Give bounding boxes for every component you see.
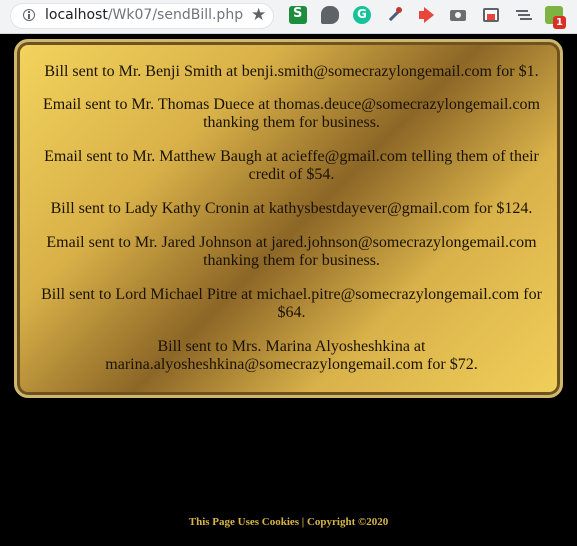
message-line: Bill sent to Lord Michael Pitre at micha… (41, 286, 542, 321)
notification-badge: 1 (553, 16, 566, 29)
list-extension-icon[interactable] (513, 6, 531, 24)
footer-text: This Page Uses Cookies | Copyright ©2020 (188, 516, 389, 528)
megaphone-extension-icon[interactable] (417, 6, 435, 24)
message-line: Bill sent to Mrs. Marina Alyosheshkina a… (105, 338, 478, 373)
message-line: Email sent to Mr. Jared Johnson at jared… (46, 234, 537, 269)
bookmark-star-icon[interactable]: ★ (251, 5, 266, 25)
sheets-extension-icon[interactable] (289, 6, 307, 24)
windows-extension-icon[interactable] (481, 6, 499, 24)
message-line: Email sent to Mr. Thomas Duece at thomas… (43, 96, 540, 131)
url-path: /Wk07/sendBill.php (107, 7, 244, 23)
message-panel: Bill sent to Mr. Benji Smith at benji.sm… (14, 39, 563, 398)
camera-extension-icon[interactable] (449, 6, 467, 24)
message-line: Bill sent to Lady Kathy Cronin at kathys… (50, 200, 533, 217)
message-line: Bill sent to Mr. Benji Smith at benji.sm… (44, 63, 539, 80)
grammarly-extension-icon[interactable] (353, 6, 371, 24)
speech-bubble-extension-icon[interactable] (321, 6, 339, 24)
url-host: localhost (45, 7, 108, 23)
browser-toolbar: localhost/Wk07/sendBill.php ★ 1 (0, 0, 577, 34)
color-picker-extension-icon[interactable] (385, 6, 403, 24)
message-line: Email sent to Mr. Matthew Baugh at acief… (44, 148, 539, 183)
info-icon[interactable] (23, 9, 35, 21)
address-bar[interactable]: localhost/Wk07/sendBill.php ★ (10, 3, 274, 29)
url-text[interactable]: localhost/Wk07/sendBill.php (45, 7, 243, 23)
